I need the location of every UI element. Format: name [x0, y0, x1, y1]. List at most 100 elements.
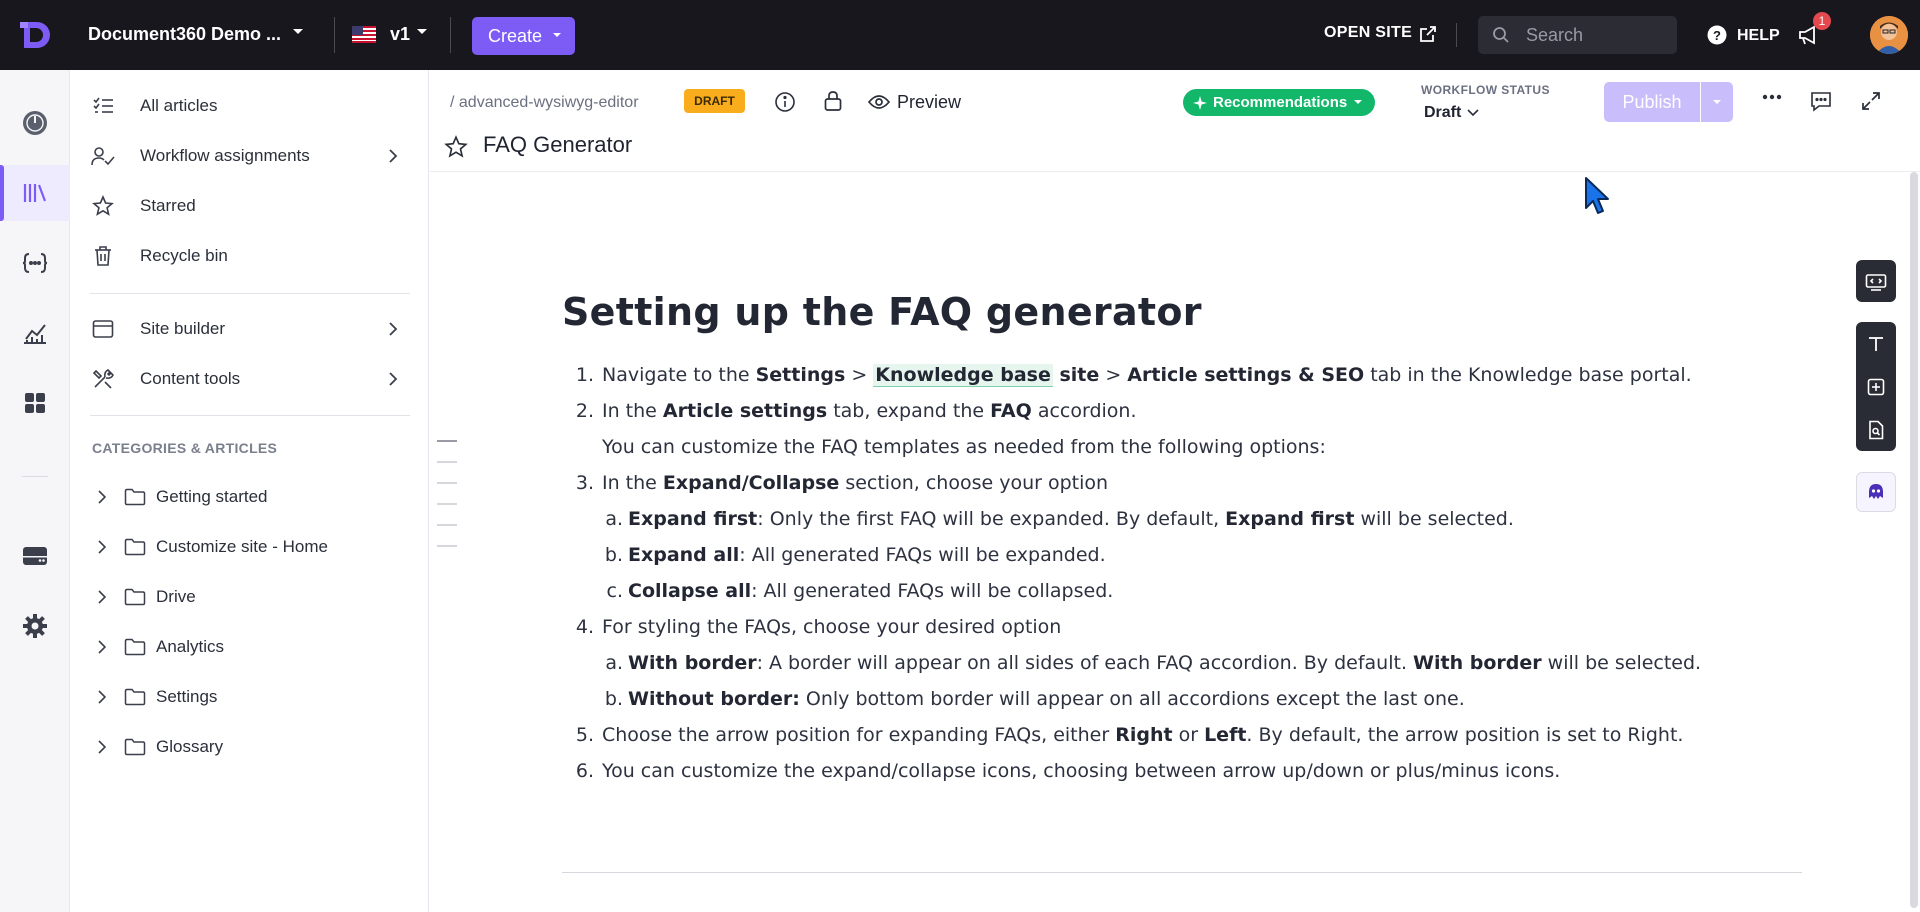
comment-icon[interactable]	[1810, 90, 1832, 112]
sub-list-item: b. Expand all: All generated FAQs will b…	[604, 544, 1106, 566]
highlighted-text[interactable]: Knowledge base	[873, 364, 1053, 387]
category-label: Getting started	[156, 487, 268, 506]
document-review-button[interactable]	[1856, 408, 1896, 451]
external-link-icon[interactable]	[1419, 25, 1437, 43]
chevron-down-icon	[1713, 99, 1721, 104]
article-title[interactable]: FAQ Generator	[483, 132, 632, 158]
toc-mark[interactable]	[437, 482, 457, 484]
sidebar: All articles Workflow assignments Starre…	[70, 70, 429, 912]
sidebar-item-label: Recycle bin	[140, 246, 228, 265]
article-slug[interactable]: / advanced-wysiwyg-editor	[450, 94, 639, 112]
category-item[interactable]: Drive	[90, 577, 410, 617]
publish-button[interactable]: Publish	[1604, 82, 1700, 122]
code-view-button[interactable]	[1856, 260, 1896, 303]
rail-documentation[interactable]	[0, 165, 70, 221]
sidebar-divider	[90, 415, 410, 416]
chevron-right-icon[interactable]	[98, 590, 106, 604]
scrollbar[interactable]	[1910, 172, 1918, 912]
settings-icon	[23, 614, 47, 638]
list-item: 4. For styling the FAQs, choose your des…	[575, 616, 1062, 638]
lock-icon[interactable]	[823, 90, 843, 112]
preview-label: Preview	[897, 91, 962, 112]
chevron-down-icon[interactable]	[416, 28, 428, 36]
code-view-icon	[1865, 273, 1887, 291]
toc-minimap[interactable]	[437, 440, 457, 566]
sub-list-item: c. Collapse all: All generated FAQs will…	[606, 580, 1114, 602]
sidebar-item-site-builder[interactable]: Site builder	[90, 309, 410, 349]
paragraph: You can customize the FAQ templates as n…	[602, 436, 1326, 458]
list-item: 2. In the Article settings tab, expand t…	[575, 400, 1137, 422]
help-label[interactable]: HELP	[1737, 27, 1780, 45]
chevron-down-icon	[1354, 100, 1363, 104]
avatar[interactable]	[1870, 16, 1908, 54]
sidebar-divider	[90, 293, 410, 294]
create-button[interactable]: Create	[472, 17, 575, 55]
editor-mode-toggle[interactable]	[1856, 260, 1896, 302]
category-item[interactable]: Customize site - Home	[90, 527, 410, 567]
preview-button[interactable]: Preview	[868, 88, 961, 116]
scrollbar-thumb[interactable]	[1910, 172, 1918, 908]
chevron-right-icon[interactable]	[98, 690, 106, 704]
chevron-down-icon[interactable]	[292, 28, 304, 36]
text-format-button[interactable]	[1856, 322, 1896, 365]
eddy-ai-button[interactable]	[1856, 472, 1896, 512]
rail-analytics[interactable]	[0, 305, 70, 361]
sidebar-item-recycle-bin[interactable]: Recycle bin	[90, 236, 410, 276]
chevron-right-icon[interactable]	[98, 490, 106, 504]
chevron-right-icon[interactable]	[98, 640, 106, 654]
help-icon[interactable]: ?	[1707, 25, 1727, 45]
more-options-icon[interactable]	[1762, 94, 1782, 100]
folder-icon	[124, 738, 146, 756]
workflow-status-dropdown[interactable]: Draft	[1424, 104, 1479, 122]
toc-mark[interactable]	[437, 461, 457, 463]
chevron-right-icon[interactable]	[98, 740, 106, 754]
rail-divider	[22, 476, 48, 477]
insert-button[interactable]	[1856, 365, 1896, 408]
category-label: Glossary	[156, 737, 224, 756]
version-selector[interactable]: v1	[390, 24, 410, 45]
toc-mark[interactable]	[437, 440, 457, 442]
sub-list-item: b. Without border: Only bottom border wi…	[604, 688, 1465, 710]
document360-logo-icon[interactable]	[18, 18, 52, 52]
folder-icon	[124, 538, 146, 556]
category-item[interactable]: Analytics	[90, 627, 410, 667]
list-item: 5. Choose the arrow position for expandi…	[575, 724, 1684, 746]
recommendations-button[interactable]: Recommendations	[1183, 89, 1375, 116]
category-item[interactable]: Glossary	[90, 727, 410, 767]
rail-api-docs[interactable]	[0, 235, 70, 291]
category-label: Settings	[156, 687, 218, 706]
expand-icon[interactable]	[1860, 90, 1882, 112]
info-icon[interactable]	[774, 91, 796, 113]
us-flag-icon[interactable]	[352, 26, 376, 43]
toc-mark[interactable]	[437, 524, 457, 526]
divider	[562, 872, 1802, 873]
search-placeholder: Search	[1526, 25, 1584, 45]
toc-mark[interactable]	[437, 545, 457, 547]
rail-apps[interactable]	[0, 375, 70, 431]
project-name[interactable]: Document360 Demo ...	[88, 24, 281, 45]
toc-mark[interactable]	[437, 503, 457, 505]
search-input[interactable]: Search	[1478, 16, 1677, 54]
rail-settings[interactable]	[0, 598, 70, 654]
api-docs-icon	[22, 253, 48, 273]
open-site-link[interactable]: OPEN SITE	[1324, 24, 1412, 42]
article-content[interactable]: Setting up the FAQ generator 1. Navigate…	[562, 290, 1802, 796]
category-item[interactable]: Settings	[90, 677, 410, 717]
category-label: Drive	[156, 587, 196, 606]
rail-dashboard[interactable]	[0, 95, 70, 151]
sidebar-item-starred[interactable]: Starred	[90, 186, 410, 226]
chevron-right-icon	[389, 149, 398, 163]
rail-drive[interactable]	[0, 528, 70, 584]
category-item[interactable]: Getting started	[90, 477, 410, 517]
top-bar: Document360 Demo ... v1 Create OPEN SITE…	[0, 0, 1920, 70]
sidebar-item-workflow-assignments[interactable]: Workflow assignments	[90, 136, 410, 176]
browser-icon	[92, 320, 114, 338]
sidebar-item-all-articles[interactable]: All articles	[90, 86, 410, 126]
divider	[450, 17, 451, 53]
chevron-right-icon[interactable]	[98, 540, 106, 554]
category-label: Customize site - Home	[156, 537, 328, 556]
publish-options-button[interactable]	[1701, 82, 1733, 122]
star-icon[interactable]	[444, 135, 468, 159]
sidebar-item-content-tools[interactable]: Content tools	[90, 359, 410, 399]
tools-icon	[92, 369, 114, 389]
